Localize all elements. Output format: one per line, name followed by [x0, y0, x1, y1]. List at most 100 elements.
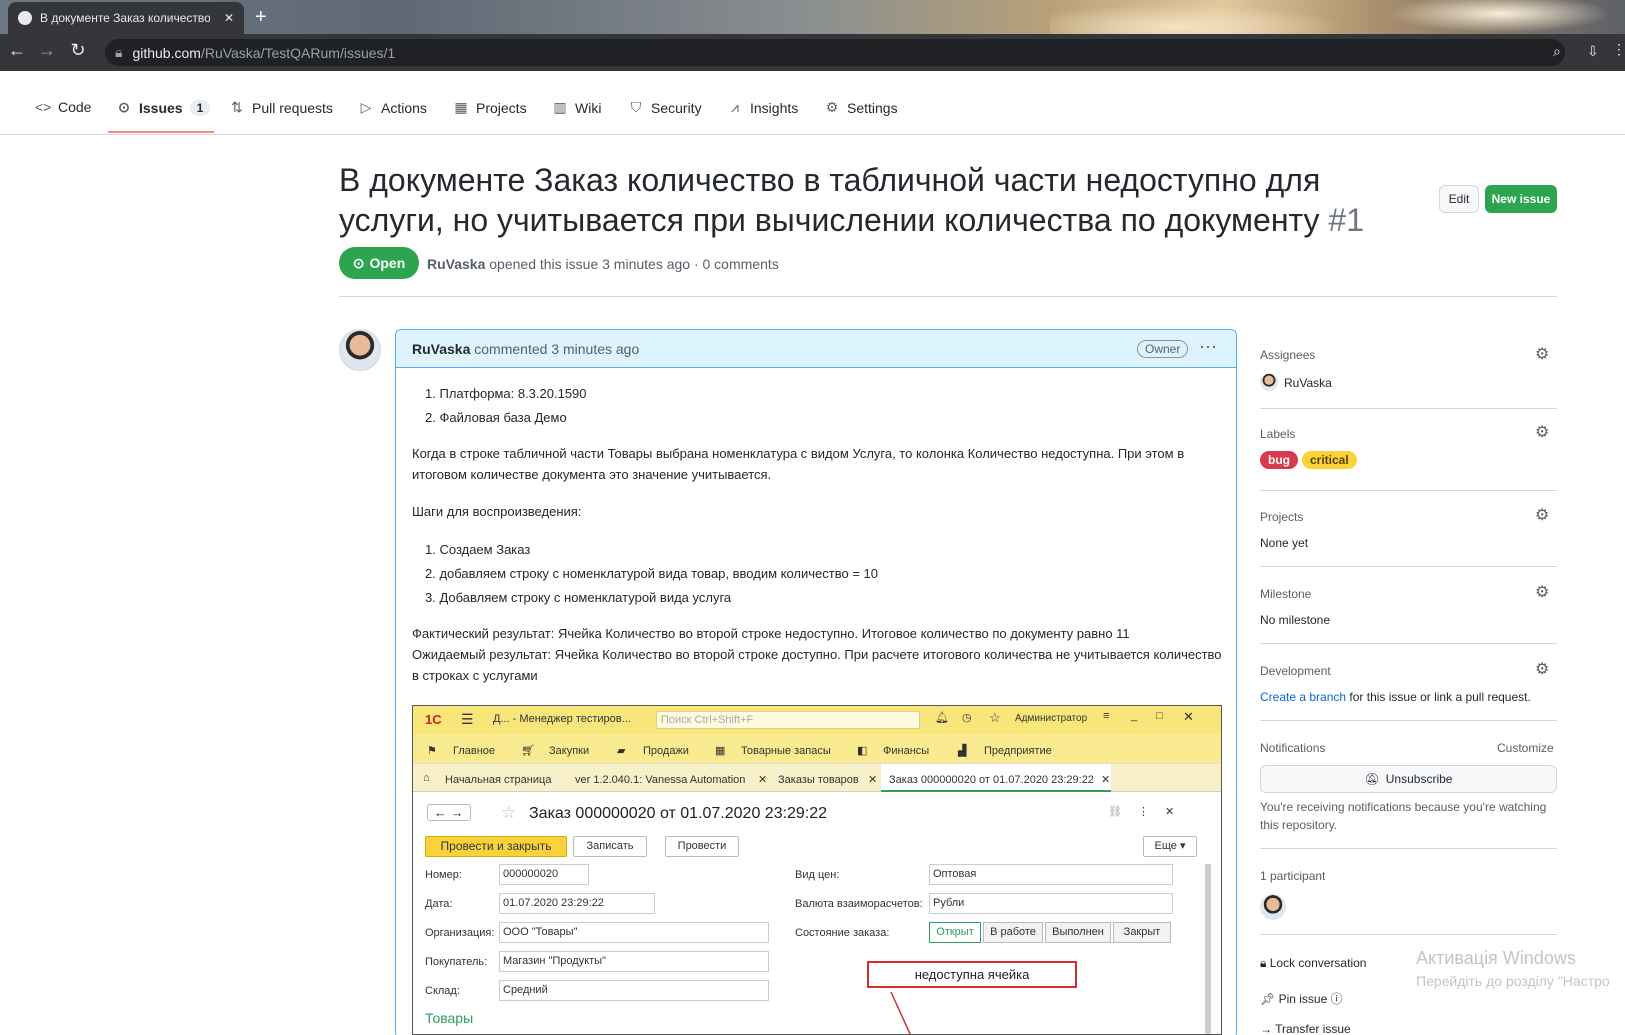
divider: [1260, 408, 1557, 409]
tab-issues[interactable]: ⊙ Issues 1: [116, 99, 211, 116]
field-label: Дата:: [425, 898, 453, 910]
tab-label: Code: [58, 99, 92, 115]
menu-item: Товарные запасы: [741, 745, 831, 757]
divider: [1260, 720, 1557, 721]
windows-activation-title: Активація Windows: [1416, 948, 1576, 968]
active-tab-underline: [108, 131, 214, 133]
label-bug[interactable]: bug: [1260, 451, 1298, 469]
list-item: 1. Создаем Заказ: [425, 542, 531, 557]
menu-item: Предприятие: [984, 745, 1052, 757]
tab-pull-requests[interactable]: ⇅ Pull requests: [229, 99, 333, 116]
comment-paragraph: Ожидаемый результат: Ячейка Количество в…: [412, 647, 1222, 683]
label-critical[interactable]: critical: [1302, 451, 1357, 469]
comment-time[interactable]: commented 3 minutes ago: [474, 341, 639, 357]
new-tab-button[interactable]: +: [255, 6, 267, 28]
bell-slash-icon: 🔕︎: [1364, 772, 1380, 786]
avatar[interactable]: [1260, 373, 1278, 391]
more-button: Еще ▾: [1143, 836, 1197, 857]
table-icon: ▦: [454, 99, 468, 115]
doc-title: Заказ 000000020 от 01.07.2020 23:29:22: [529, 805, 828, 822]
list-item: 2. добавляем строку с номенклатурой вида…: [425, 566, 878, 581]
state-button: В работе: [983, 922, 1043, 943]
post-close-button: Провести и закрыть: [425, 836, 567, 857]
edit-button[interactable]: Edit: [1439, 185, 1479, 213]
close-icon[interactable]: ✕: [224, 11, 234, 25]
lock-conversation-link[interactable]: 🔒︎ Lock conversation: [1260, 956, 1366, 971]
link-icon: ⛓: [1108, 806, 1122, 818]
lock-icon: 🔒︎: [1260, 956, 1267, 970]
gear-icon[interactable]: ⚙: [1535, 505, 1549, 525]
close-icon: ✕: [758, 774, 768, 786]
divider: [339, 296, 1557, 297]
milestone-value: No milestone: [1260, 613, 1331, 627]
save-button: Записать: [573, 836, 647, 857]
browser-tab[interactable]: В документе Заказ количество ✕: [8, 2, 244, 34]
state-button: Закрыт: [1113, 922, 1171, 943]
pull-request-icon: ⇅: [231, 99, 243, 115]
list-item: 1. Платформа: 8.3.20.1590: [425, 386, 587, 401]
more-options-icon[interactable]: ···: [1199, 336, 1217, 357]
issue-title: В документе Заказ количество в табличной…: [339, 160, 1414, 240]
github-favicon-icon: [18, 11, 32, 25]
tab-actions[interactable]: ▷ Actions: [358, 99, 427, 116]
tab-wiki[interactable]: ▥ Wiki: [552, 99, 601, 116]
customize-link[interactable]: Customize: [1497, 741, 1554, 755]
development-heading: Development: [1260, 664, 1331, 678]
tab-security[interactable]: ⛉ Security: [628, 99, 702, 116]
tab-insights[interactable]: ⩘ Insights: [727, 99, 798, 116]
milestone-heading: Milestone: [1260, 587, 1312, 601]
menu-icon[interactable]: ⋮: [1612, 41, 1625, 58]
zoom-icon[interactable]: ⌕: [1553, 43, 1561, 60]
field-value: Оптовая: [929, 864, 1173, 885]
minimize-icon: _: [1131, 710, 1138, 722]
cart-icon: 🛒︎: [521, 745, 535, 757]
list-item: 3. Добавляем строку с номенклатурой вида…: [425, 590, 732, 605]
menu-item: Продажи: [643, 745, 689, 757]
embedded-screenshot[interactable]: 1С ☰ Д... - Менеджер тестиров... Поиск C…: [412, 705, 1222, 1035]
field-label: Состояние заказа:: [795, 927, 890, 939]
new-issue-button[interactable]: New issue: [1485, 185, 1557, 213]
gear-icon[interactable]: ⚙: [1535, 659, 1549, 679]
tab-settings[interactable]: ⚙ Settings: [824, 99, 898, 116]
comment-paragraph: Шаги для воспроизведения:: [412, 504, 582, 519]
home-icon: ⌂: [423, 772, 430, 784]
avatar[interactable]: [339, 329, 381, 371]
reload-icon[interactable]: ↻: [66, 40, 90, 61]
state-button: Выполнен: [1045, 922, 1111, 943]
scrollbar: [1205, 864, 1211, 1034]
tab-projects[interactable]: ▦ Projects: [453, 99, 526, 116]
tab-code[interactable]: <> Code: [35, 99, 91, 115]
list-item: 2. Файловая база Демо: [425, 410, 567, 425]
address-bar[interactable]: 🔒︎ github.com/RuVaska/TestQARum/issues/1: [105, 39, 1565, 66]
search-input: Поиск Ctrl+Shift+F: [656, 711, 920, 729]
notifications-heading: Notifications: [1260, 741, 1326, 755]
forward-icon[interactable]: →: [35, 40, 59, 61]
close-icon: ✕: [1165, 806, 1175, 818]
avatar[interactable]: [1260, 894, 1286, 920]
gear-icon[interactable]: ⚙: [1535, 344, 1549, 364]
assignee-name[interactable]: RuVaska: [1284, 376, 1332, 390]
unsubscribe-button[interactable]: 🔕︎ Unsubscribe: [1260, 765, 1557, 793]
maximize-icon: □: [1156, 710, 1163, 722]
transfer-issue-link[interactable]: → Transfer issue: [1260, 1022, 1351, 1035]
lock-icon: 🔒︎: [115, 44, 123, 60]
download-icon[interactable]: ⇩: [1587, 43, 1599, 60]
participants-heading: 1 participant: [1260, 869, 1326, 883]
pin-issue-link[interactable]: 📌︎ Pin issue ⓘ: [1260, 990, 1343, 1007]
gear-icon[interactable]: ⚙: [1535, 422, 1549, 442]
back-icon[interactable]: ←: [5, 40, 29, 61]
gear-icon[interactable]: ⚙: [1535, 582, 1549, 602]
factory-icon: ▟: [958, 745, 967, 757]
tab-label: Issues: [139, 99, 183, 116]
projects-heading: Projects: [1260, 510, 1304, 524]
author-link[interactable]: RuVaska: [412, 341, 470, 357]
graph-icon: ⩘: [731, 99, 739, 115]
app-tab: Заказы товаров: [778, 774, 859, 786]
author-link[interactable]: RuVaska: [427, 256, 485, 272]
history-icon: ◷: [962, 712, 972, 724]
issue-meta: RuVaska opened this issue 3 minutes ago …: [427, 256, 779, 272]
close-icon: ✕: [1183, 709, 1194, 724]
comment-paragraph: Фактический результат: Ячейка Количество…: [412, 626, 1130, 641]
meta-text: opened this issue 3 minutes ago · 0 comm…: [489, 256, 779, 272]
create-branch-link[interactable]: Create a branch: [1260, 690, 1346, 704]
